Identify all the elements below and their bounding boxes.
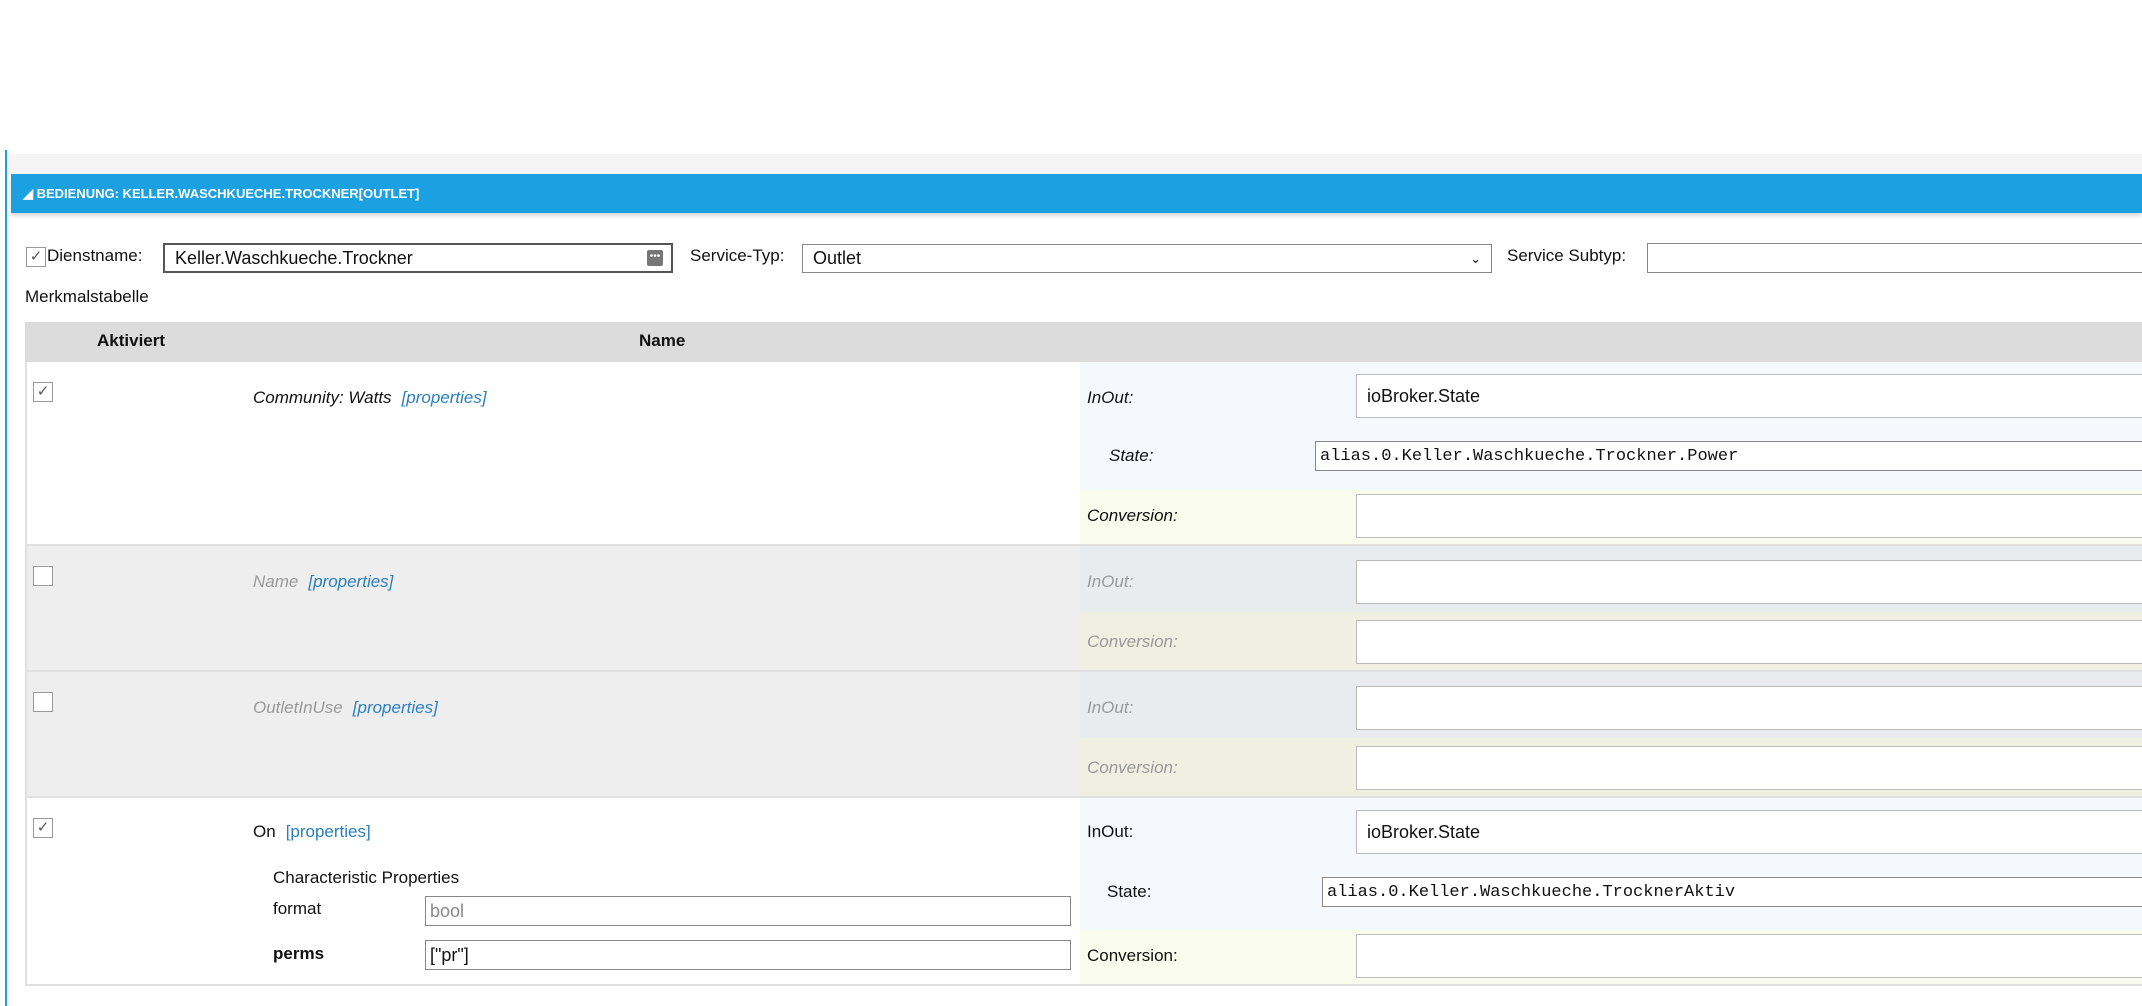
- service-subtype-label: Service Subtyp:: [1507, 246, 1627, 265]
- state-input[interactable]: alias.0.Keller.Waschkueche.Trockner.Powe…: [1315, 441, 2142, 471]
- table-title: Merkmalstabelle: [25, 287, 149, 306]
- state-input[interactable]: alias.0.Keller.Waschkueche.TrocknerAktiv: [1322, 877, 2142, 907]
- row-name: Community: Watts [properties]: [253, 388, 487, 407]
- inout-input[interactable]: [1356, 560, 2142, 604]
- prop-format-label: format: [273, 899, 322, 918]
- properties-link[interactable]: [properties]: [402, 388, 487, 407]
- col-enabled: Aktiviert: [97, 331, 166, 350]
- service-name-label: Dienstname:: [47, 246, 143, 265]
- table-row: Name [properties] InOut: Conversion:: [25, 546, 2142, 672]
- table-row: ✓ On [properties] Characteristic Properti…: [25, 798, 2142, 986]
- properties-link[interactable]: [properties]: [353, 698, 438, 717]
- row-enabled-checkbox[interactable]: [33, 692, 53, 712]
- service-name-value: Keller.Waschkueche.Trockner: [175, 247, 413, 268]
- row-name: Name [properties]: [253, 572, 394, 591]
- inout-label: InOut:: [1087, 572, 1134, 591]
- conversion-label: Conversion:: [1087, 632, 1178, 651]
- table-left-border: [25, 362, 27, 986]
- service-name-checkbox[interactable]: ✓: [26, 247, 46, 267]
- properties-link[interactable]: [properties]: [308, 572, 393, 591]
- service-type-value: Outlet: [813, 248, 862, 268]
- conversion-input[interactable]: [1356, 620, 2142, 664]
- inout-input[interactable]: ioBroker.State: [1356, 810, 2142, 854]
- table-row: OutletInUse [properties] InOut: Conversio…: [25, 672, 2142, 798]
- collapse-triangle-icon: ◢: [23, 186, 37, 201]
- inout-input[interactable]: ioBroker.State: [1356, 374, 2142, 418]
- state-label: State:: [1107, 882, 1152, 901]
- service-subtype-input[interactable]: [1647, 243, 2142, 273]
- characteristic-properties-heading: Characteristic Properties: [273, 868, 460, 887]
- top-band: [7, 154, 2142, 174]
- conversion-input[interactable]: [1356, 494, 2142, 538]
- service-type-label: Service-Typ:: [690, 246, 785, 265]
- prop-perms-input[interactable]: ["pr"]: [425, 940, 1071, 970]
- row-enabled-checkbox[interactable]: ✓: [33, 382, 53, 402]
- table-row: ✓ Community: Watts [properties] InOut: io…: [25, 362, 2142, 546]
- conversion-label: Conversion:: [1087, 506, 1178, 525]
- row-enabled-checkbox[interactable]: ✓: [33, 818, 53, 838]
- properties-link[interactable]: [properties]: [286, 822, 371, 841]
- service-type-select[interactable]: Outlet ⌄: [802, 244, 1492, 273]
- inout-label: InOut:: [1087, 822, 1134, 841]
- left-border: [5, 150, 7, 1006]
- conversion-input[interactable]: [1356, 746, 2142, 790]
- prop-perms-label: perms: [273, 944, 325, 963]
- conversion-input[interactable]: [1356, 934, 2142, 978]
- ellipsis-icon[interactable]: •••: [647, 250, 663, 266]
- conversion-label: Conversion:: [1087, 758, 1178, 777]
- inout-input[interactable]: [1356, 686, 2142, 730]
- conversion-label: Conversion:: [1087, 946, 1178, 965]
- section-header[interactable]: ◢ BEDIENUNG: KELLER.WASCHKUECHE.TROCKNER…: [11, 174, 2142, 213]
- col-name: Name: [639, 331, 686, 350]
- inout-label: InOut:: [1087, 388, 1134, 407]
- state-label: State:: [1109, 446, 1154, 465]
- section-title: BEDIENUNG: KELLER.WASCHKUECHE.TROCKNER[O…: [36, 186, 420, 201]
- row-enabled-checkbox[interactable]: [33, 566, 53, 586]
- row-name: On [properties]: [253, 822, 371, 841]
- table-header: Aktiviert Name: [25, 322, 2142, 362]
- prop-format-input[interactable]: bool: [425, 896, 1071, 926]
- inout-label: InOut:: [1087, 698, 1134, 717]
- row-name: OutletInUse [properties]: [253, 698, 438, 717]
- chevron-down-icon: ⌄: [1470, 250, 1481, 266]
- service-name-input[interactable]: Keller.Waschkueche.Trockner •••: [163, 243, 673, 273]
